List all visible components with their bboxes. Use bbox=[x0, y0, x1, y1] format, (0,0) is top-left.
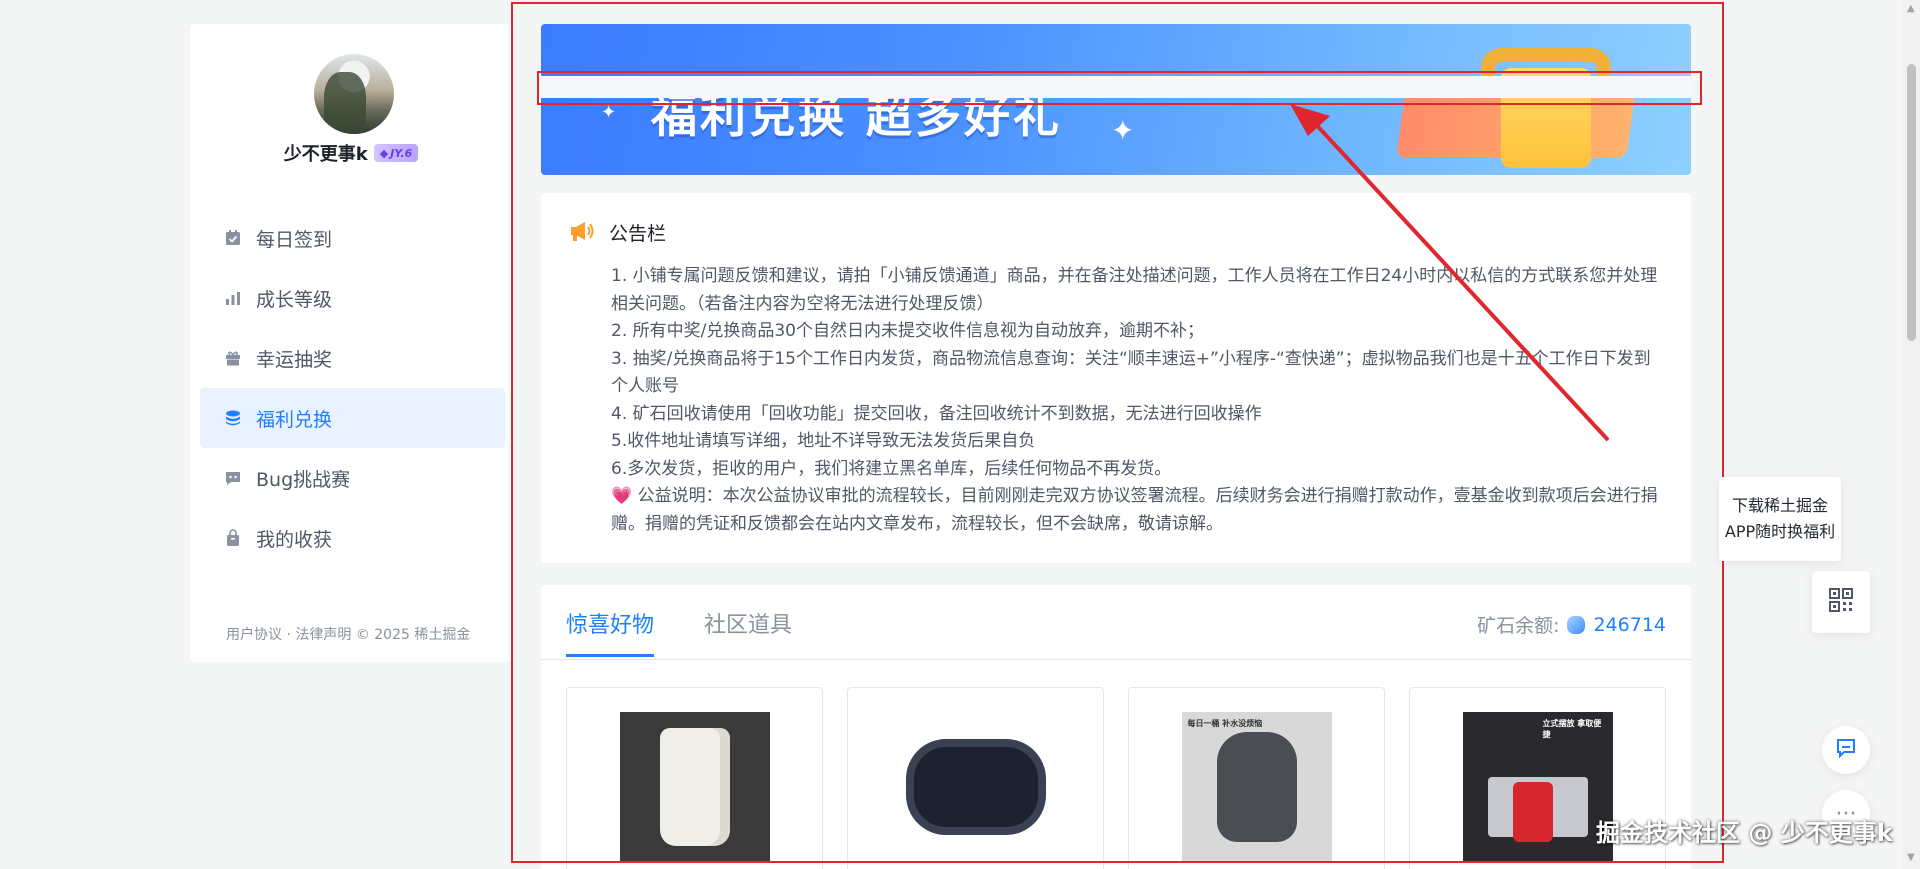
bag-icon bbox=[224, 529, 242, 547]
user-agreement-link[interactable]: 用户协议 bbox=[226, 627, 282, 643]
calendar-check-icon bbox=[224, 229, 242, 247]
notice-line: 2. 所有中奖/兑换商品30个自然日内未提交收件信息视为自动放弃，逾期不补； bbox=[611, 321, 1204, 341]
download-tip-line1: 下载稀土掘金 bbox=[1731, 496, 1828, 515]
balance-value: 246714 bbox=[1593, 613, 1666, 636]
copyright-text: © 2025 稀土掘金 bbox=[351, 627, 471, 643]
download-app-tip: 下载稀土掘金 APP随时换福利 bbox=[1719, 477, 1841, 561]
gift-box-illustration bbox=[1381, 48, 1681, 175]
product-card[interactable] bbox=[847, 687, 1104, 869]
sidebar-item-lottery[interactable]: 幸运抽奖 bbox=[200, 328, 505, 388]
notice-header: 公告栏 bbox=[569, 219, 666, 246]
tabs-divider bbox=[541, 659, 1691, 660]
footer-separator: · bbox=[282, 627, 296, 643]
product-image-electric-pan bbox=[900, 712, 1051, 862]
sidebar-item-my-harvest[interactable]: 我的收获 bbox=[200, 508, 505, 568]
download-tip-line2: APP随时换福利 bbox=[1724, 522, 1836, 541]
product-card[interactable] bbox=[566, 687, 823, 869]
shop-tabs: 惊喜好物 社区道具 bbox=[566, 607, 792, 657]
notice-board: 公告栏 1. 小铺专属问题反馈和建议，请拍「小铺反馈通道」商品，并在备注处描述问… bbox=[541, 193, 1691, 563]
username[interactable]: 少不更事k bbox=[284, 140, 368, 166]
avatar[interactable] bbox=[314, 54, 394, 134]
sparkle-icon: ✦ bbox=[601, 102, 617, 123]
bar-chart-icon bbox=[224, 289, 242, 307]
product-image-massage-gun: 立式摆放 拿取便捷 bbox=[1462, 712, 1613, 862]
qr-code-button[interactable] bbox=[1812, 571, 1870, 633]
sidebar: 少不更事k ◆ JY.6 每日签到 成长等级 幸运抽奖 福利兑换 Bug挑战赛 … bbox=[190, 24, 512, 662]
sidebar-footer: 用户协议 · 法律声明 © 2025 稀土掘金 bbox=[226, 624, 470, 644]
product-grid: 每日一桶 补水没烦恼 立式摆放 拿取便捷 bbox=[566, 687, 1666, 869]
sidebar-item-label: 成长等级 bbox=[256, 288, 333, 311]
notice-line: 5.收件地址请填写详细，地址不详导致无法发货后果自负 bbox=[611, 431, 1036, 451]
main-content: ✦ ✦ ✦ 福利兑换 超多好礼 公告栏 1. 小铺专属问题反馈和建议，请拍「小铺… bbox=[541, 24, 1691, 869]
megaphone-icon bbox=[569, 220, 595, 246]
sidebar-item-label: Bug挑战赛 bbox=[256, 468, 351, 491]
sidebar-item-exchange[interactable]: 福利兑换 bbox=[200, 388, 505, 448]
sparkle-icon: ✦ bbox=[1111, 114, 1135, 147]
page-scrollbar[interactable]: ▲ ▼ bbox=[1903, 0, 1920, 869]
feedback-button[interactable] bbox=[1822, 726, 1870, 774]
balance-label: 矿石余额: bbox=[1477, 615, 1560, 637]
sidebar-item-checkin[interactable]: 每日签到 bbox=[200, 208, 505, 268]
notice-title: 公告栏 bbox=[609, 223, 667, 245]
chat-feedback-icon bbox=[1835, 737, 1857, 763]
banner: ✦ ✦ ✦ 福利兑换 超多好礼 bbox=[541, 24, 1691, 175]
product-card[interactable]: 每日一桶 补水没烦恼 bbox=[1128, 687, 1385, 869]
notice-line: 3. 抽奖/兑换商品将于15个工作日内发货，商品物流信息查询：关注“顺丰速运+”… bbox=[611, 348, 1651, 397]
scroll-down-arrow-icon[interactable]: ▼ bbox=[1907, 852, 1915, 863]
level-text: JY.6 bbox=[390, 146, 413, 160]
notice-body: 1. 小铺专属问题反馈和建议，请拍「小铺反馈通道」商品，并在备注处描述问题，工作… bbox=[611, 263, 1661, 538]
notice-line: 1. 小铺专属问题反馈和建议，请拍「小铺反馈通道」商品，并在备注处描述问题，工作… bbox=[611, 266, 1658, 314]
tab-community-items[interactable]: 社区道具 bbox=[704, 607, 792, 657]
sidebar-item-bug-challenge[interactable]: Bug挑战赛 bbox=[200, 448, 505, 508]
level-diamond-icon: ◆ bbox=[379, 146, 389, 160]
qr-code-icon bbox=[1828, 587, 1854, 617]
sidebar-menu: 每日签到 成长等级 幸运抽奖 福利兑换 Bug挑战赛 我的收获 bbox=[200, 208, 505, 568]
sidebar-item-growth[interactable]: 成长等级 bbox=[200, 268, 505, 328]
user-info: 少不更事k ◆ JY.6 bbox=[190, 140, 512, 166]
product-caption: 立式摆放 拿取便捷 bbox=[1542, 719, 1602, 739]
sidebar-item-label: 我的收获 bbox=[256, 528, 333, 551]
product-image-water-bucket: 每日一桶 补水没烦恼 bbox=[1181, 712, 1332, 862]
product-caption: 每日一桶 补水没烦恼 bbox=[1187, 719, 1263, 728]
scroll-up-arrow-icon[interactable]: ▲ bbox=[1907, 3, 1915, 14]
ore-balance: 矿石余额: 246714 bbox=[1477, 611, 1666, 638]
ore-icon bbox=[1567, 615, 1586, 634]
sidebar-item-label: 福利兑换 bbox=[256, 408, 333, 431]
bug-chat-icon bbox=[224, 469, 242, 487]
notice-line: 6.多次发货，拒收的用户，我们将建立黑名单库，后续任何物品不再发货。 bbox=[611, 458, 1172, 479]
notice-line: 💗 公益说明：本次公益协议审批的流程较长，目前刚刚走完双方协议签署流程。后续财务… bbox=[611, 486, 1658, 534]
database-coins-icon bbox=[224, 409, 242, 427]
banner-highlight-strip bbox=[541, 76, 1691, 98]
sidebar-item-label: 每日签到 bbox=[256, 228, 333, 251]
scroll-thumb[interactable] bbox=[1907, 64, 1916, 341]
gift-icon bbox=[224, 349, 242, 367]
level-badge[interactable]: ◆ JY.6 bbox=[373, 144, 419, 162]
sidebar-item-label: 幸运抽奖 bbox=[256, 348, 333, 371]
watermark: 掘金技术社区 @ 少不更事k bbox=[1596, 819, 1893, 847]
legal-link[interactable]: 法律声明 bbox=[295, 627, 351, 643]
tab-surprise-goods[interactable]: 惊喜好物 bbox=[566, 607, 655, 657]
notice-line: 4. 矿石回收请使用「回收功能」提交回收，备注回收统计不到数据，无法进行回收操作 bbox=[611, 403, 1262, 424]
product-image-thermos-cup bbox=[619, 712, 770, 862]
shop-panel: 惊喜好物 社区道具 矿石余额: 246714 每日一桶 补水没烦恼 立式摆放 拿… bbox=[541, 585, 1691, 869]
